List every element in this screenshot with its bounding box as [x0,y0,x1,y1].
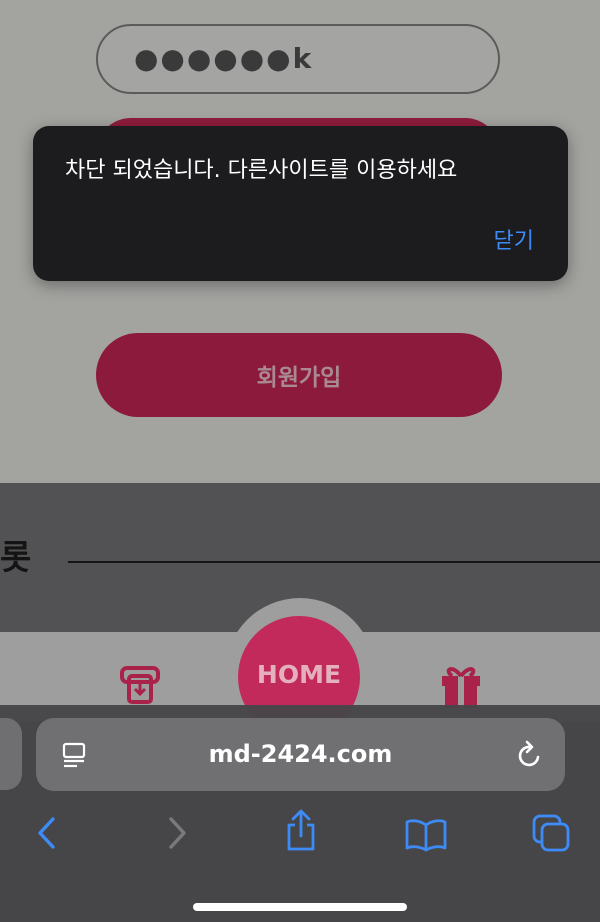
withdraw-icon[interactable] [118,664,162,706]
tab-icon-partial[interactable] [0,664,6,686]
reload-icon[interactable] [516,740,544,770]
password-field[interactable]: ●●●●●●k [96,24,500,94]
section-heading: 롯 [0,538,32,578]
tabs-icon[interactable] [531,813,571,853]
section-divider [68,561,600,563]
home-indicator[interactable] [193,903,407,911]
share-icon[interactable] [284,808,318,852]
address-bar[interactable]: md-2424.com [36,718,565,791]
password-value: ●●●●●●k [134,42,314,75]
back-icon[interactable] [36,816,58,850]
alert-message: 차단 되었습니다. 다른사이트를 이용하세요 [65,158,458,183]
forward-icon[interactable] [166,816,188,850]
previous-tab-preview[interactable] [0,718,22,790]
browser-toolbar: md-2424.com [0,705,600,922]
bookmarks-icon[interactable] [404,818,448,852]
url-text: md-2424.com [208,740,393,768]
signup-button[interactable]: 회원가입 [96,333,502,417]
alert-dialog: 차단 되었습니다. 다른사이트를 이용하세요 닫기 [33,126,568,281]
alert-close-button[interactable]: 닫기 [494,223,534,255]
gift-icon[interactable] [438,662,484,710]
